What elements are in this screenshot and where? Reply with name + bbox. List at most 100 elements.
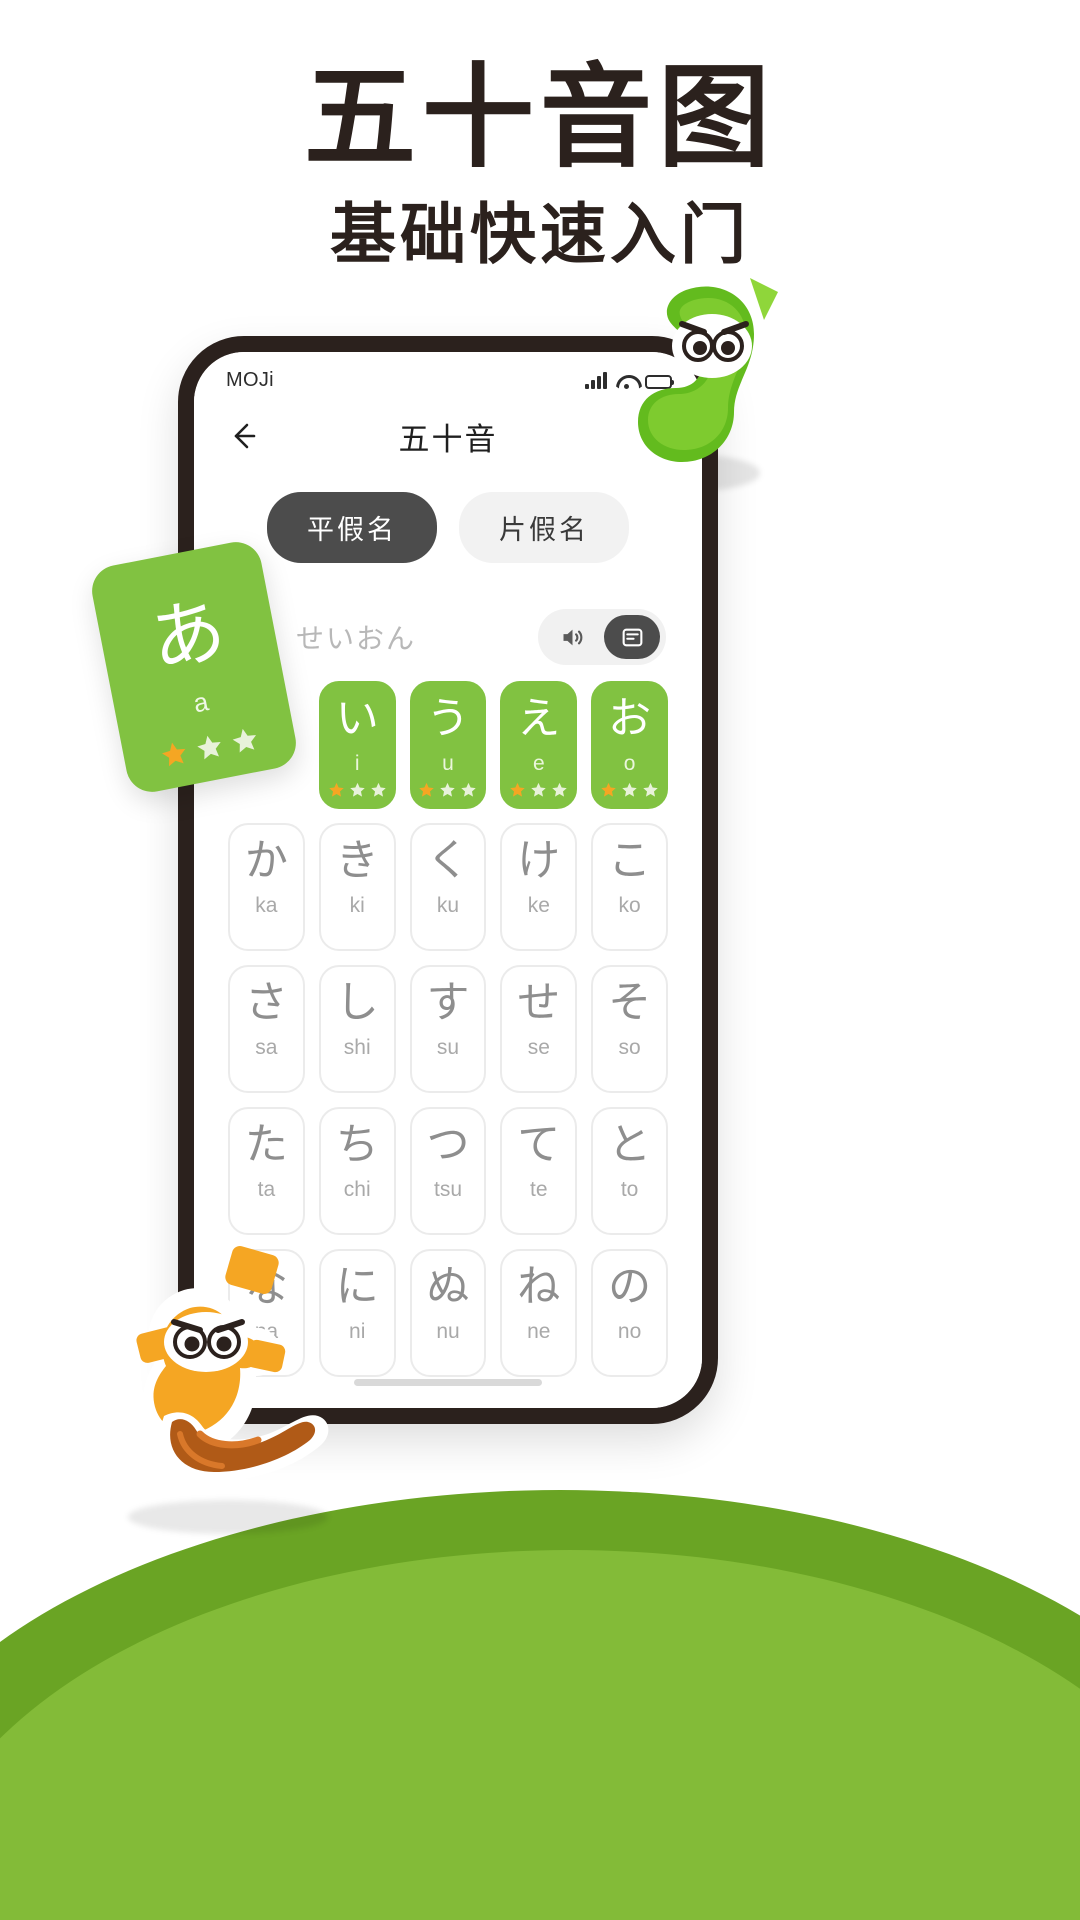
- kana-romaji: to: [620, 1178, 639, 1201]
- kana-cell-u[interactable]: うu: [409, 681, 487, 809]
- kana-char: ね: [517, 1262, 561, 1312]
- kana-romaji: so: [618, 1036, 641, 1059]
- kana-romaji: te: [530, 1178, 548, 1201]
- kana-stars: [321, 781, 394, 798]
- kana-char: の: [608, 1262, 652, 1312]
- kana-type-tabs: 平假名 片假名: [194, 492, 702, 563]
- star-icon: [349, 782, 365, 797]
- star-icon: [622, 782, 637, 797]
- star-icon: [440, 782, 456, 797]
- card-icon-button[interactable]: [604, 615, 660, 659]
- kana-cell-te[interactable]: て te: [500, 1107, 578, 1235]
- star-icon: [531, 782, 547, 797]
- orange-mascot-icon: [108, 1238, 358, 1498]
- kana-romaji: su: [436, 1036, 460, 1059]
- kana-romaji: sa: [255, 1036, 278, 1059]
- home-indicator: [354, 1379, 542, 1386]
- kana-char: て: [517, 1120, 561, 1170]
- green-mascot-icon: [624, 272, 784, 492]
- star-icon: [328, 782, 344, 797]
- kana-romaji: u: [442, 752, 454, 775]
- star-icon: [643, 782, 658, 797]
- kana-romaji: ke: [527, 894, 550, 917]
- tab-hiragana[interactable]: 平假名: [267, 492, 437, 563]
- kana-romaji: ku: [436, 894, 460, 917]
- kana-romaji: nu: [436, 1320, 460, 1343]
- kana-cell-se[interactable]: せ se: [500, 965, 578, 1093]
- star-icon: [461, 782, 477, 797]
- kana-cell-ku[interactable]: く ku: [409, 823, 487, 951]
- star-icon: [197, 735, 221, 760]
- kana-cell-ko[interactable]: こ ko: [591, 823, 668, 951]
- kana-cell-ta[interactable]: た ta: [228, 1107, 305, 1235]
- kana-cell-tsu[interactable]: つ tsu: [409, 1107, 487, 1235]
- kana-cell-o[interactable]: おo: [591, 681, 668, 809]
- kana-romaji: no: [617, 1320, 642, 1343]
- kana-char: す: [426, 978, 470, 1028]
- kana-cell-su[interactable]: す su: [409, 965, 487, 1093]
- tab-katakana[interactable]: 片假名: [459, 492, 629, 563]
- star-icon: [601, 782, 616, 797]
- kana-char: さ: [244, 978, 288, 1028]
- star-icon: [161, 742, 186, 767]
- kana-char: く: [426, 836, 470, 886]
- orange-mascot-shadow: [128, 1500, 328, 1534]
- kana-cell-ke[interactable]: け ke: [500, 823, 578, 951]
- promo-subtitle: 基础快速入门: [330, 196, 750, 274]
- kana-romaji: ne: [527, 1320, 551, 1343]
- kana-cell-chi[interactable]: ち chi: [318, 1107, 396, 1235]
- floating-card-romaji: a: [190, 685, 211, 718]
- kana-char: た: [244, 1120, 288, 1170]
- kana-char: け: [517, 836, 561, 886]
- kana-romaji: ta: [257, 1178, 276, 1201]
- back-arrow-icon[interactable]: [220, 413, 266, 459]
- kana-cell-so[interactable]: そ so: [591, 965, 668, 1093]
- star-icon: [370, 782, 386, 797]
- kana-cell-nu[interactable]: ぬ nu: [409, 1249, 487, 1377]
- kana-romaji: ka: [255, 894, 278, 917]
- kana-cell-ka[interactable]: か ka: [228, 823, 305, 951]
- kana-char: き: [335, 836, 379, 886]
- star-icon: [419, 782, 435, 797]
- kana-char: い: [335, 694, 379, 744]
- kana-char: こ: [608, 836, 652, 886]
- kana-cell-e[interactable]: えe: [500, 681, 578, 809]
- kana-char: と: [608, 1120, 652, 1170]
- kana-romaji: ko: [618, 894, 641, 917]
- promo-headline: 五十音图 基础快速入门: [0, 55, 1080, 275]
- floating-card-stars: [122, 716, 296, 776]
- kana-char: し: [335, 978, 379, 1028]
- kana-romaji: o: [623, 752, 636, 775]
- kana-stars: [502, 781, 575, 798]
- kana-romaji: e: [532, 752, 545, 775]
- kana-cell-to[interactable]: と to: [591, 1107, 668, 1235]
- kana-romaji: chi: [343, 1178, 371, 1201]
- kana-romaji: ki: [349, 894, 365, 917]
- kana-cell-no[interactable]: の no: [591, 1249, 668, 1377]
- kana-romaji: tsu: [433, 1178, 462, 1201]
- kana-char: ぬ: [426, 1262, 470, 1312]
- kana-cell-shi[interactable]: し shi: [318, 965, 396, 1093]
- star-icon: [552, 782, 568, 797]
- kana-stars: [593, 781, 666, 798]
- kana-char: え: [517, 694, 561, 744]
- kana-cell-i[interactable]: いi: [318, 681, 396, 809]
- kana-char: そ: [608, 978, 652, 1028]
- speaker-icon-button[interactable]: [544, 615, 600, 659]
- kana-char: お: [608, 694, 652, 744]
- kana-char: せ: [517, 978, 561, 1028]
- signal-bars-icon: [585, 371, 607, 389]
- kana-cell-ki[interactable]: き ki: [318, 823, 396, 951]
- kana-cell-sa[interactable]: さ sa: [228, 965, 305, 1093]
- kana-char: ち: [335, 1120, 379, 1170]
- kana-char: か: [244, 836, 288, 886]
- floating-card-kana: あ: [143, 585, 233, 685]
- mode-toggle: [538, 609, 666, 665]
- star-icon: [232, 728, 257, 753]
- kana-romaji: i: [354, 752, 360, 775]
- carrier-label: MOJi: [226, 368, 274, 391]
- kana-stars: [412, 781, 485, 798]
- kana-romaji: shi: [343, 1036, 371, 1059]
- star-icon: [510, 782, 526, 797]
- kana-cell-ne[interactable]: ね ne: [500, 1249, 578, 1377]
